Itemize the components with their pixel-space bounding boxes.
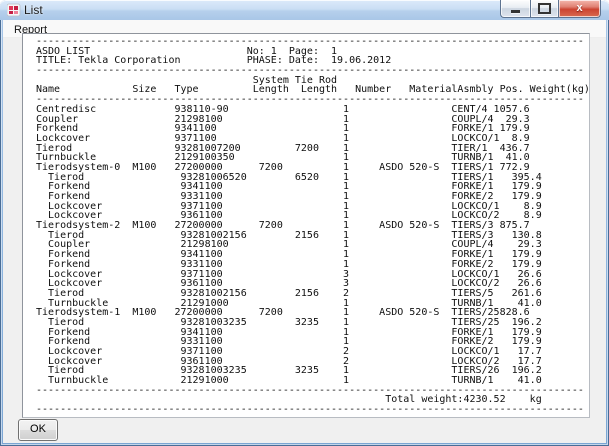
report-text: ----------------------------------------… — [36, 36, 590, 416]
ok-button[interactable]: OK — [18, 419, 58, 441]
client-area: Report ---------------------------------… — [3, 20, 606, 443]
close-icon: x — [576, 2, 583, 14]
maximize-button[interactable] — [530, 0, 559, 18]
window-controls: x — [500, 0, 601, 18]
window-title: List — [24, 3, 43, 17]
ok-bar: OK — [3, 417, 606, 443]
list-window: List x Report --------------------------… — [0, 0, 609, 446]
minimize-button[interactable] — [500, 0, 530, 18]
tekla-app-icon — [7, 3, 21, 17]
minimize-icon — [511, 10, 520, 13]
close-button[interactable]: x — [559, 0, 601, 18]
maximize-icon — [538, 3, 551, 14]
titlebar[interactable]: List x — [0, 0, 609, 20]
report-panel: ----------------------------------------… — [22, 33, 590, 418]
